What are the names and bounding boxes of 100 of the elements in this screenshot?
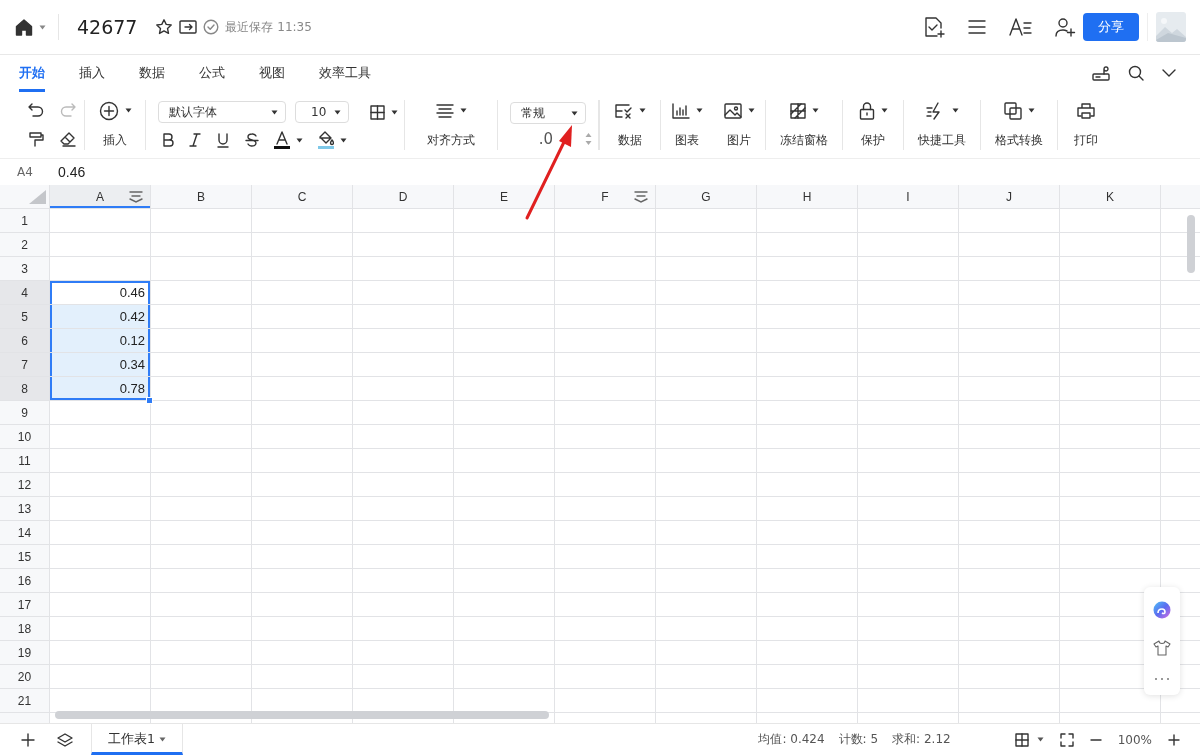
borders-icon[interactable] xyxy=(370,104,385,120)
caret-icon[interactable] xyxy=(271,109,278,115)
row-header[interactable]: 4 xyxy=(0,281,49,305)
caret-icon[interactable] xyxy=(811,108,819,113)
horizontal-scrollbar[interactable] xyxy=(55,711,549,719)
format-painter-icon[interactable] xyxy=(28,131,44,147)
table-cell[interactable]: 0.78 xyxy=(50,377,150,400)
move-to-folder-icon[interactable] xyxy=(179,19,198,35)
toolbar-label[interactable]: 图表 xyxy=(675,131,699,149)
insert-plus-icon[interactable] xyxy=(98,100,119,121)
toolbar-label[interactable]: 冻结窗格 xyxy=(780,131,828,149)
row-header[interactable]: 13 xyxy=(0,497,49,521)
caret-icon[interactable] xyxy=(1036,737,1044,742)
grid-view-icon[interactable] xyxy=(1014,732,1029,747)
column-header[interactable]: E xyxy=(454,185,555,208)
zoom-level[interactable]: 100% xyxy=(1117,732,1152,747)
caret-icon[interactable] xyxy=(571,110,578,116)
row-header[interactable]: 11 xyxy=(0,449,49,473)
share-button[interactable]: 分享 xyxy=(1083,13,1139,41)
column-header[interactable]: A xyxy=(50,185,151,208)
star-icon[interactable] xyxy=(155,18,174,36)
row-header[interactable]: 7 xyxy=(0,353,49,377)
row-header[interactable]: 20 xyxy=(0,665,49,689)
table-cell[interactable]: 0.42 xyxy=(50,305,150,328)
row-header[interactable]: 8 xyxy=(0,377,49,401)
column-header[interactable]: J xyxy=(959,185,1060,208)
column-header[interactable]: B xyxy=(151,185,252,208)
layers-icon[interactable] xyxy=(57,732,73,747)
align-icon[interactable] xyxy=(435,103,454,118)
column-header[interactable]: C xyxy=(252,185,353,208)
bold-icon[interactable] xyxy=(162,133,174,147)
fullscreen-icon[interactable] xyxy=(1059,732,1074,747)
chevron-down-icon[interactable] xyxy=(1162,68,1176,78)
toolbar-label[interactable]: 对齐方式 xyxy=(427,131,475,149)
ribbon-tab[interactable]: 数据 xyxy=(139,65,165,92)
eraser-icon[interactable] xyxy=(60,131,76,147)
row-header[interactable]: 5 xyxy=(0,305,49,329)
copy-icon[interactable] xyxy=(1003,101,1022,120)
column-header[interactable]: G xyxy=(656,185,757,208)
table-cell[interactable]: 0.12 xyxy=(50,329,150,352)
row-header[interactable]: 1 xyxy=(0,209,49,233)
row-header[interactable]: 12 xyxy=(0,473,49,497)
add-user-icon[interactable] xyxy=(1055,17,1077,37)
caret-icon[interactable] xyxy=(459,108,467,113)
italic-icon[interactable] xyxy=(189,133,201,147)
ribbon-tab[interactable]: 开始 xyxy=(19,65,45,92)
toolbar-label[interactable]: 数据 xyxy=(618,131,642,149)
toolbar-label[interactable]: 打印 xyxy=(1074,131,1098,149)
ribbon-tab[interactable]: 插入 xyxy=(79,65,105,92)
bar-chart-icon[interactable] xyxy=(671,102,690,119)
shirt-icon[interactable] xyxy=(1153,640,1171,656)
image-icon[interactable] xyxy=(723,102,742,119)
ribbon-tab[interactable]: 公式 xyxy=(199,65,225,92)
font-size-select[interactable]: 10 xyxy=(295,101,349,123)
row-header[interactable]: 2 xyxy=(0,233,49,257)
row-header[interactable]: 19 xyxy=(0,641,49,665)
toolbar-label[interactable]: 图片 xyxy=(727,131,751,149)
search-icon[interactable] xyxy=(1128,65,1144,81)
cell-reference[interactable]: A4 xyxy=(0,165,50,179)
printer-icon[interactable] xyxy=(1077,102,1095,119)
strikethrough-icon[interactable] xyxy=(245,132,259,148)
row-header[interactable]: 18 xyxy=(0,617,49,641)
text-format-icon[interactable] xyxy=(1009,17,1033,37)
more-icon[interactable] xyxy=(1154,676,1170,681)
caret-icon[interactable] xyxy=(124,108,132,113)
assistant-icon[interactable] xyxy=(1153,601,1171,620)
decimal-places-button[interactable]: .0 xyxy=(538,130,553,148)
number-format-select[interactable]: 常规 xyxy=(510,102,586,124)
font-select[interactable]: 默认字体 xyxy=(158,101,286,123)
font-color-icon[interactable] xyxy=(274,131,290,149)
toolbar-label[interactable]: 格式转换 xyxy=(995,131,1043,149)
caret-icon[interactable] xyxy=(391,109,398,115)
brush-tool-icon[interactable] xyxy=(1092,65,1110,81)
menu-icon[interactable] xyxy=(967,18,987,36)
data-tools-icon[interactable] xyxy=(614,102,633,119)
column-header[interactable]: K xyxy=(1060,185,1161,208)
vertical-scrollbar[interactable] xyxy=(1187,215,1195,273)
table-cell[interactable]: 0.46 xyxy=(50,281,150,304)
document-check-icon[interactable] xyxy=(923,16,945,38)
underline-icon[interactable] xyxy=(216,132,230,148)
column-header[interactable]: F xyxy=(555,185,656,208)
home-icon[interactable] xyxy=(15,18,33,36)
caret-icon[interactable] xyxy=(1027,108,1035,113)
caret-icon[interactable] xyxy=(296,137,303,143)
freeze-grid-icon[interactable] xyxy=(789,102,806,119)
toolbar-label[interactable]: 插入 xyxy=(103,131,127,149)
caret-icon[interactable] xyxy=(334,109,341,115)
toolbar-label[interactable]: 保护 xyxy=(861,131,885,149)
row-header[interactable]: 14 xyxy=(0,521,49,545)
document-title[interactable]: 42677 xyxy=(77,16,138,38)
zoom-in-icon[interactable] xyxy=(1168,733,1180,746)
row-header[interactable]: 6 xyxy=(0,329,49,353)
fill-handle[interactable] xyxy=(146,397,153,404)
row-header[interactable]: 10 xyxy=(0,425,49,449)
column-header[interactable]: D xyxy=(353,185,454,208)
sheet-tab[interactable]: 工作表1 xyxy=(91,724,183,755)
undo-icon[interactable] xyxy=(28,103,44,117)
filter-icon[interactable] xyxy=(129,191,143,203)
add-sheet-icon[interactable] xyxy=(21,732,35,747)
caret-icon[interactable] xyxy=(951,108,959,113)
